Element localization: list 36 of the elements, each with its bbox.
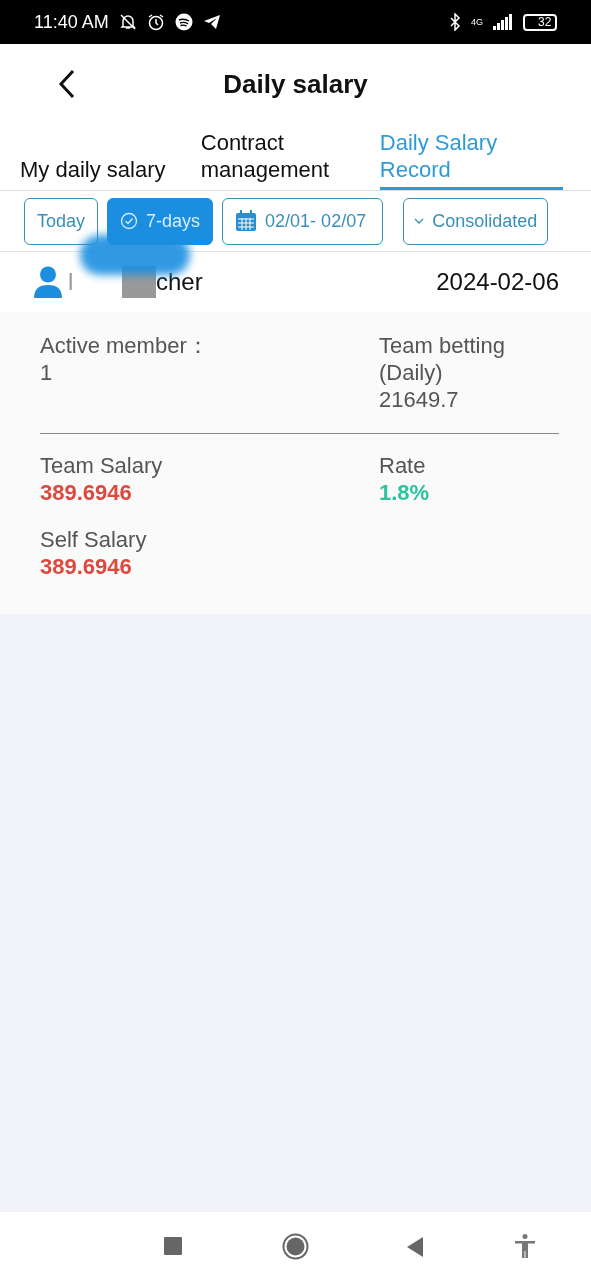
record-date: 2024-02-06: [436, 268, 559, 296]
stat-value: 389.6946: [40, 479, 133, 506]
tab[interactable]: My daily salary: [20, 156, 171, 190]
check-circle-icon: [120, 212, 139, 230]
calendar-icon: [235, 210, 258, 232]
music-app-icon: [174, 13, 193, 31]
battery-icon: 32: [523, 13, 557, 31]
back-nav-button[interactable]: [406, 1236, 424, 1258]
stat-label: Rate: [379, 452, 427, 479]
alarm-icon: [146, 13, 165, 31]
stat-label: Self Salary: [40, 526, 148, 553]
tab[interactable]: Contract management: [200, 129, 380, 190]
signal-icon: [493, 14, 513, 30]
user-icon: [34, 266, 62, 298]
stat-value: 389.6946: [40, 553, 133, 580]
stat-label: Team betting (Daily): [379, 332, 506, 386]
stat-value: 1: [40, 359, 54, 386]
accessibility-button[interactable]: [514, 1234, 536, 1258]
bluetooth-icon: [449, 13, 461, 31]
recent-apps-button[interactable]: [163, 1236, 183, 1256]
bell-muted-icon: [118, 13, 137, 31]
chevron-down-icon: [414, 218, 425, 224]
clock-time: 11:40 AM: [34, 11, 109, 33]
home-button[interactable]: [282, 1233, 309, 1260]
page-title: Daily salary: [223, 68, 368, 100]
stat-value: 21649.7: [379, 386, 460, 413]
date-range-button[interactable]: 02/01- 02/07: [222, 197, 384, 245]
paper-plane-icon: [202, 14, 221, 30]
user-name: l: [68, 268, 75, 296]
stat-label: Team Salary: [40, 452, 164, 479]
dropdown-button[interactable]: Consolidated: [403, 197, 549, 245]
user-name: cher: [156, 268, 203, 296]
stat-value: 1.8%: [379, 479, 431, 506]
stat-label: Active member：: [40, 332, 210, 359]
filter-chip[interactable]: Today: [24, 197, 99, 245]
network-type: 4G: [471, 17, 483, 27]
